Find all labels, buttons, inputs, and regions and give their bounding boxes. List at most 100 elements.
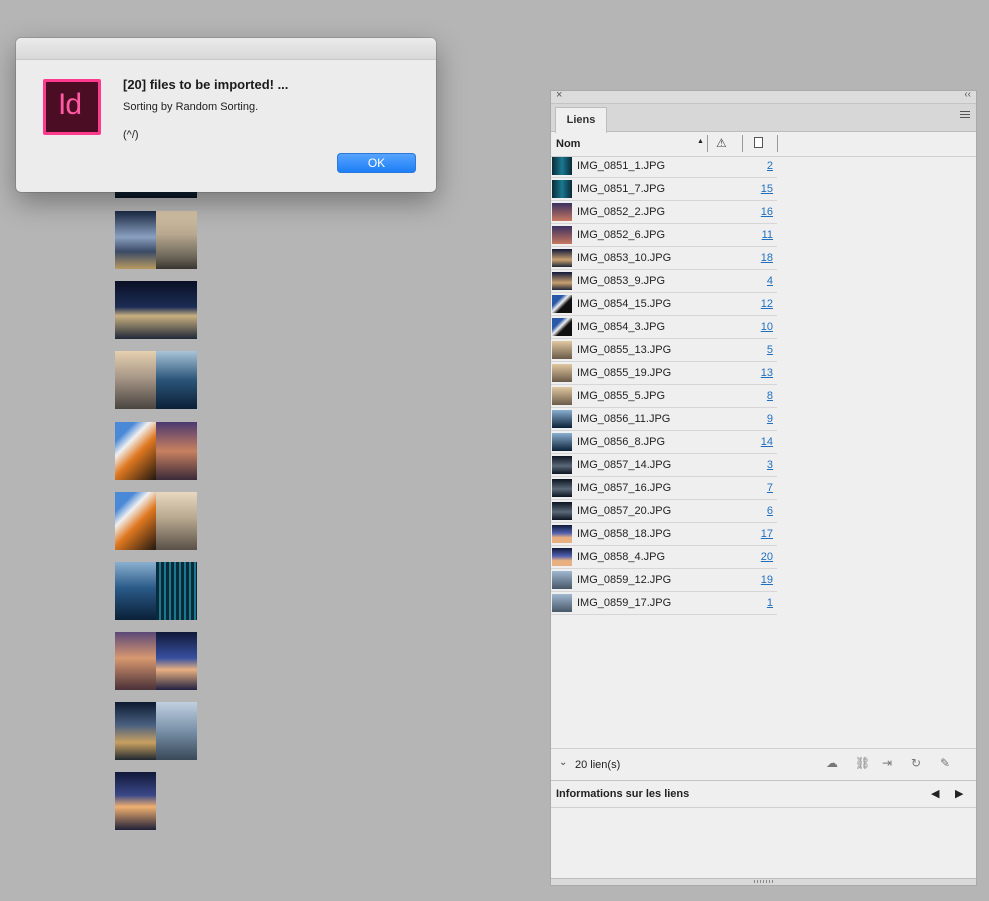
link-page-number[interactable]: 20	[761, 551, 773, 563]
link-name: IMG_0855_19.JPG	[577, 367, 672, 379]
link-name: IMG_0853_9.JPG	[577, 275, 666, 287]
close-icon[interactable]: ×	[556, 89, 562, 101]
link-thumbnail	[552, 295, 572, 313]
link-name: IMG_0852_2.JPG	[577, 206, 666, 218]
link-page-number[interactable]: 11	[762, 229, 773, 241]
resize-grip-icon[interactable]	[754, 880, 774, 883]
warning-status-icon[interactable]: ⚠	[716, 136, 727, 150]
page-thumbnail[interactable]	[115, 211, 197, 269]
link-page-number[interactable]: 15	[761, 183, 773, 195]
page-thumbnail[interactable]	[115, 351, 197, 409]
page-thumbnail[interactable]	[115, 772, 156, 830]
link-page-number[interactable]: 18	[761, 252, 773, 264]
link-name: IMG_0859_12.JPG	[577, 574, 672, 586]
link-row[interactable]: IMG_0856_8.JPG 14	[551, 431, 777, 454]
next-link-icon[interactable]: ▶	[955, 787, 963, 800]
panel-tabbar: Liens	[551, 104, 976, 133]
link-info-title[interactable]: Informations sur les liens	[556, 788, 689, 800]
link-page-number[interactable]: 6	[767, 505, 773, 517]
link-row[interactable]: IMG_0852_2.JPG 16	[551, 201, 777, 224]
tab-liens[interactable]: Liens	[555, 107, 607, 133]
cloud-link-icon[interactable]: ☁	[826, 756, 838, 770]
link-page-number[interactable]: 7	[767, 482, 773, 494]
link-name: IMG_0855_13.JPG	[577, 344, 672, 356]
link-page-number[interactable]: 1	[767, 597, 773, 609]
link-row[interactable]: IMG_0855_19.JPG 13	[551, 362, 777, 385]
link-row[interactable]: IMG_0857_20.JPG 6	[551, 500, 777, 523]
link-name: IMG_0856_8.JPG	[577, 436, 666, 448]
link-thumbnail	[552, 318, 572, 336]
link-name: IMG_0854_3.JPG	[577, 321, 666, 333]
link-row[interactable]: IMG_0857_14.JPG 3	[551, 454, 777, 477]
import-alert-dialog: Id [20] files to be imported! ... Sortin…	[16, 38, 436, 192]
relink-icon[interactable]: ⛓	[855, 756, 870, 770]
link-row[interactable]: IMG_0858_4.JPG 20	[551, 546, 777, 569]
link-page-number[interactable]: 10	[761, 321, 773, 333]
link-page-number[interactable]: 12	[761, 298, 773, 310]
link-page-number[interactable]: 8	[767, 390, 773, 402]
chevron-down-icon[interactable]: ⌄	[559, 757, 567, 768]
link-row[interactable]: IMG_0856_11.JPG 9	[551, 408, 777, 431]
page-thumbnail[interactable]	[115, 562, 197, 620]
link-page-number[interactable]: 2	[767, 160, 773, 172]
link-name: IMG_0858_18.JPG	[577, 528, 672, 540]
links-list: IMG_0851_1.JPG 2 IMG_0851_7.JPG 15 IMG_0852_…	[551, 155, 777, 615]
page-thumbnail[interactable]	[115, 422, 197, 480]
link-row[interactable]: IMG_0853_9.JPG 4	[551, 270, 777, 293]
link-row[interactable]: IMG_0851_1.JPG 2	[551, 155, 777, 178]
page-thumbnail[interactable]	[115, 702, 197, 760]
link-page-number[interactable]: 17	[761, 528, 773, 540]
link-row[interactable]: IMG_0859_17.JPG 1	[551, 592, 777, 615]
link-page-number[interactable]: 9	[767, 413, 773, 425]
link-info-section: Informations sur les liens ◀ ▶	[551, 781, 976, 808]
link-thumbnail	[552, 548, 572, 566]
previous-link-icon[interactable]: ◀	[931, 787, 939, 800]
dialog-subtext: (^/)	[123, 129, 139, 141]
dialog-title: [20] files to be imported! ...	[123, 77, 289, 92]
link-page-number[interactable]: 13	[761, 367, 773, 379]
panel-resize-bar[interactable]	[551, 878, 976, 885]
link-row[interactable]: IMG_0854_15.JPG 12	[551, 293, 777, 316]
link-page-number[interactable]: 16	[761, 206, 773, 218]
link-thumbnail	[552, 157, 572, 175]
link-page-number[interactable]: 5	[767, 344, 773, 356]
link-row[interactable]: IMG_0857_16.JPG 7	[551, 477, 777, 500]
link-row[interactable]: IMG_0851_7.JPG 15	[551, 178, 777, 201]
column-divider	[777, 135, 778, 152]
page-thumbnail[interactable]	[115, 281, 197, 339]
link-row[interactable]: IMG_0852_6.JPG 11	[551, 224, 777, 247]
panel-footer: ⌄ 20 lien(s) ☁ ⛓ ⇥ ↻ ✎	[551, 748, 976, 781]
link-thumbnail	[552, 272, 572, 290]
links-panel: × ‹‹ Liens Nom ▲ ⚠ IMG_0851_1.JPG 2 IMG_08…	[550, 89, 977, 886]
column-divider	[742, 135, 743, 152]
update-link-icon[interactable]: ↻	[911, 756, 921, 770]
link-page-number[interactable]: 4	[767, 275, 773, 287]
link-page-number[interactable]: 14	[761, 436, 773, 448]
edit-original-icon[interactable]: ✎	[940, 756, 950, 770]
link-thumbnail	[552, 341, 572, 359]
link-row[interactable]: IMG_0854_3.JPG 10	[551, 316, 777, 339]
link-row[interactable]: IMG_0853_10.JPG 18	[551, 247, 777, 270]
panel-menu-icon[interactable]	[960, 111, 970, 120]
column-divider	[707, 135, 708, 152]
sort-ascending-icon[interactable]: ▲	[697, 138, 704, 145]
page-thumbnail[interactable]	[115, 632, 197, 690]
page-thumbnail[interactable]	[115, 492, 197, 550]
link-thumbnail	[552, 479, 572, 497]
page-column-icon[interactable]	[754, 137, 763, 148]
collapse-icon[interactable]: ‹‹	[964, 89, 971, 100]
link-row[interactable]: IMG_0855_5.JPG 8	[551, 385, 777, 408]
link-row[interactable]: IMG_0855_13.JPG 5	[551, 339, 777, 362]
ok-button[interactable]: OK	[337, 153, 416, 173]
link-thumbnail	[552, 180, 572, 198]
link-page-number[interactable]: 19	[761, 574, 773, 586]
link-name: IMG_0853_10.JPG	[577, 252, 672, 264]
link-name: IMG_0851_7.JPG	[577, 183, 666, 195]
link-page-number[interactable]: 3	[767, 459, 773, 471]
link-row[interactable]: IMG_0858_18.JPG 17	[551, 523, 777, 546]
go-to-link-icon[interactable]: ⇥	[882, 756, 892, 770]
link-thumbnail	[552, 387, 572, 405]
link-row[interactable]: IMG_0859_12.JPG 19	[551, 569, 777, 592]
column-name-header[interactable]: Nom	[556, 138, 580, 150]
dialog-titlebar[interactable]	[16, 38, 436, 60]
